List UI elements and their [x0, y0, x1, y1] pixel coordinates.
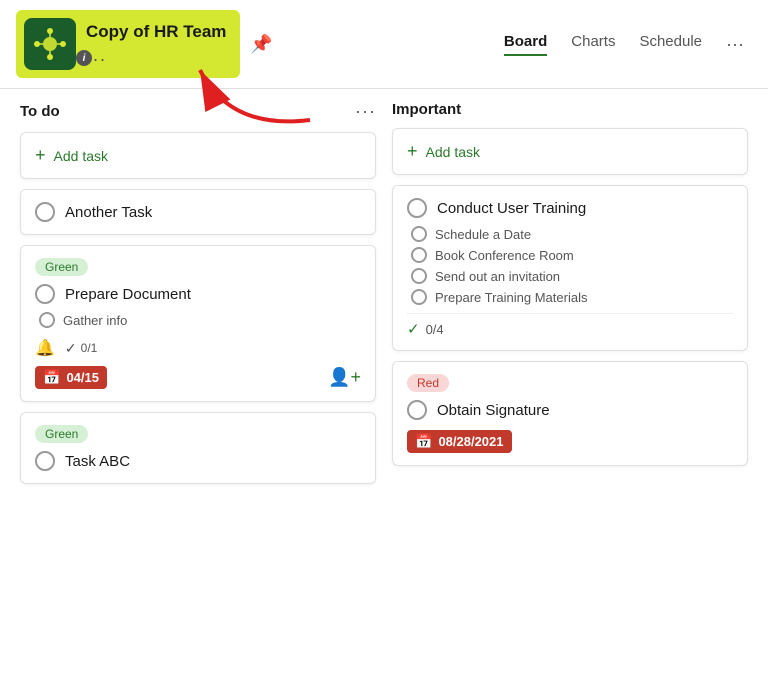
date-badge-prepare: 📅 04/15: [35, 366, 107, 389]
task-circle-obtain[interactable]: [407, 400, 427, 420]
sub-circle-invitation[interactable]: [411, 268, 427, 284]
column-todo-header: To do ···: [20, 101, 376, 122]
nav-tabs: Board Charts Schedule ···: [504, 33, 752, 56]
sub-circle-book-room[interactable]: [411, 247, 427, 263]
task-label-conduct: Conduct User Training: [437, 200, 586, 217]
check-count-prepare: ✓ 0/1: [65, 340, 97, 357]
date-label-prepare: 04/15: [66, 370, 99, 385]
check-icon-prepare: ✓: [65, 340, 77, 357]
sub-label-training-materials: Prepare Training Materials: [435, 290, 587, 305]
add-task-button-important[interactable]: + Add task: [392, 128, 748, 175]
sub-label-invitation: Send out an invitation: [435, 269, 560, 284]
card-footer-prepare: 🔔 ✓ 0/1: [35, 338, 361, 358]
sub-circle-schedule[interactable]: [411, 226, 427, 242]
task-circle-conduct[interactable]: [407, 198, 427, 218]
progress-check-icon: ✓: [407, 320, 420, 338]
card-footer-left-prepare: 🔔 ✓ 0/1: [35, 338, 97, 358]
assign-icon-prepare[interactable]: 👤+: [328, 367, 361, 388]
app-logo: i: [24, 18, 76, 70]
sub-circle-training-materials[interactable]: [411, 289, 427, 305]
task-circle-abc[interactable]: [35, 451, 55, 471]
sub-item-book-room: Book Conference Room: [411, 247, 733, 263]
task-label-abc: Task ABC: [65, 453, 130, 470]
add-icon-todo: +: [35, 145, 46, 166]
calendar-icon-obtain: 📅: [415, 433, 432, 450]
app-header: i Copy of HR Team ... 📌 Board Charts Sch…: [0, 0, 768, 89]
add-task-label-todo: Add task: [54, 148, 108, 164]
task-item-conduct: Conduct User Training: [407, 198, 733, 218]
tag-green-prepare: Green: [35, 258, 88, 276]
card-prepare-document: Green Prepare Document Gather info 🔔 ✓ 0…: [20, 245, 376, 402]
task-circle-prepare[interactable]: [35, 284, 55, 304]
tag-green-abc: Green: [35, 425, 88, 443]
task-item-obtain: Obtain Signature: [407, 400, 733, 420]
card-another-task: Another Task: [20, 189, 376, 235]
add-icon-important: +: [407, 141, 418, 162]
sub-label-book-room: Book Conference Room: [435, 248, 574, 263]
tab-charts[interactable]: Charts: [571, 33, 615, 56]
card-obtain-signature: Red Obtain Signature 📅 08/28/2021: [392, 361, 748, 466]
card-conduct-user-training: Conduct User Training Schedule a Date Bo…: [392, 185, 748, 351]
progress-line-conduct: ✓ 0/4: [407, 313, 733, 338]
calendar-icon-prepare: 📅: [43, 369, 60, 386]
logo-text-area: Copy of HR Team ...: [86, 22, 226, 65]
task-item-another: Another Task: [35, 202, 361, 222]
sub-items-conduct: Schedule a Date Book Conference Room Sen…: [411, 226, 733, 305]
task-circle-another[interactable]: [35, 202, 55, 222]
column-todo: To do ··· + Add task Another Task Green …: [12, 89, 384, 698]
app-title: Copy of HR Team: [86, 22, 226, 42]
add-task-button-todo[interactable]: + Add task: [20, 132, 376, 179]
app-logo-area: i Copy of HR Team ...: [16, 10, 240, 78]
tab-board[interactable]: Board: [504, 33, 547, 56]
task-item-abc: Task ABC: [35, 451, 361, 471]
progress-count-conduct: 0/4: [426, 322, 444, 337]
date-label-obtain: 08/28/2021: [438, 434, 503, 449]
sub-circle-gather[interactable]: [39, 312, 55, 328]
tag-red-obtain: Red: [407, 374, 449, 392]
column-important-title: Important: [392, 101, 461, 118]
column-todo-title: To do: [20, 103, 60, 120]
add-task-label-important: Add task: [426, 144, 480, 160]
sub-label-gather: Gather info: [63, 313, 127, 328]
nav-more-button[interactable]: ···: [726, 34, 744, 55]
task-label-another: Another Task: [65, 204, 152, 221]
sub-item-invitation: Send out an invitation: [411, 268, 733, 284]
bell-icon-prepare: 🔔: [35, 338, 55, 358]
task-label-prepare: Prepare Document: [65, 286, 191, 303]
card-task-abc: Green Task ABC: [20, 412, 376, 484]
column-important-header: Important: [392, 101, 748, 118]
sub-items-prepare: Gather info: [39, 312, 361, 328]
sub-item-schedule: Schedule a Date: [411, 226, 733, 242]
task-item-prepare: Prepare Document: [35, 284, 361, 304]
main-content: To do ··· + Add task Another Task Green …: [0, 89, 768, 698]
sub-item-training-materials: Prepare Training Materials: [411, 289, 733, 305]
date-badge-obtain: 📅 08/28/2021: [407, 430, 512, 453]
column-todo-menu[interactable]: ···: [355, 101, 376, 122]
pin-icon[interactable]: 📌: [250, 34, 272, 55]
app-dots[interactable]: ...: [86, 45, 226, 66]
info-badge: i: [76, 50, 92, 66]
sub-label-schedule: Schedule a Date: [435, 227, 531, 242]
check-count-label-prepare: 0/1: [81, 341, 98, 355]
tab-schedule[interactable]: Schedule: [639, 33, 702, 56]
task-label-obtain: Obtain Signature: [437, 402, 550, 419]
column-important: Important + Add task Conduct User Traini…: [384, 89, 756, 698]
sub-item-gather: Gather info: [39, 312, 361, 328]
